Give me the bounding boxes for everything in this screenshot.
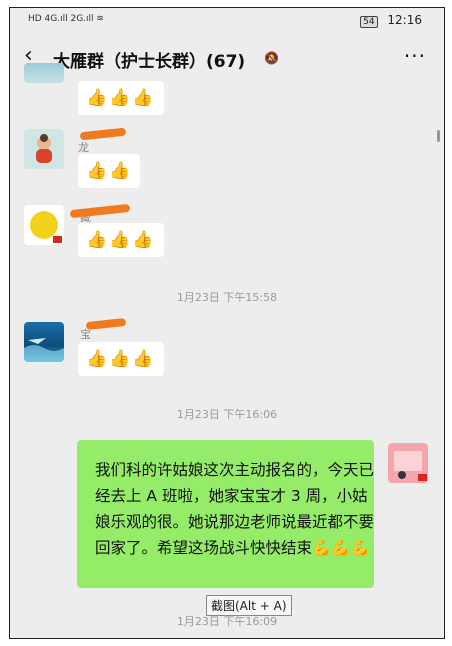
timestamp: 1月23日 下午16:09 [176,615,278,628]
chat-window: HD 4G.ıll 2G.ıll ≋ 54 12:16 ‹ 大雁群（护士长群）(… [9,7,445,639]
reaction-bubble[interactable]: 👍👍👍 [78,223,164,257]
signal-indicators: HD 4G.ıll 2G.ıll ≋ [28,14,104,24]
battery-icon: 54 [360,16,378,28]
chat-title: 大雁群（护士长群）(67) [53,52,246,72]
chat-header: ‹ 大雁群（护士长群）(67) 🔕 ··· [10,34,444,80]
status-bar: HD 4G.ıll 2G.ıll ≋ 54 12:16 [10,8,444,34]
status-right: 54 12:16 [360,13,422,28]
mute-icon: 🔕 [264,51,279,65]
timestamp: 1月23日 下午16:06 [176,408,278,421]
reaction-bubble[interactable]: 👍👍👍 [78,81,164,115]
redaction-scribble [79,127,127,141]
avatar[interactable] [24,129,64,169]
baby-icon [36,134,52,163]
my-message-text: 我们科的许姑娘这次主动报名的，今天已经去上 A 班啦，她家宝宝才 3 周，小姑娘… [95,461,375,557]
scrollbar[interactable] [437,130,440,142]
flag-icon [418,474,427,481]
redaction-scribble [85,317,127,331]
avatar[interactable] [24,63,64,83]
sender-name: 龙 [78,141,89,154]
timestamp: 1月23日 下午15:58 [176,291,278,304]
more-icon[interactable]: ··· [404,44,426,68]
clock: 12:16 [387,13,422,27]
flag-icon [53,236,62,243]
reaction-bubble[interactable]: 👍👍 [78,154,141,188]
reaction-bubble[interactable]: 👍👍👍 [78,342,164,376]
avatar[interactable] [24,322,64,362]
redaction-scribble [69,203,131,219]
sea-icon [24,338,64,362]
